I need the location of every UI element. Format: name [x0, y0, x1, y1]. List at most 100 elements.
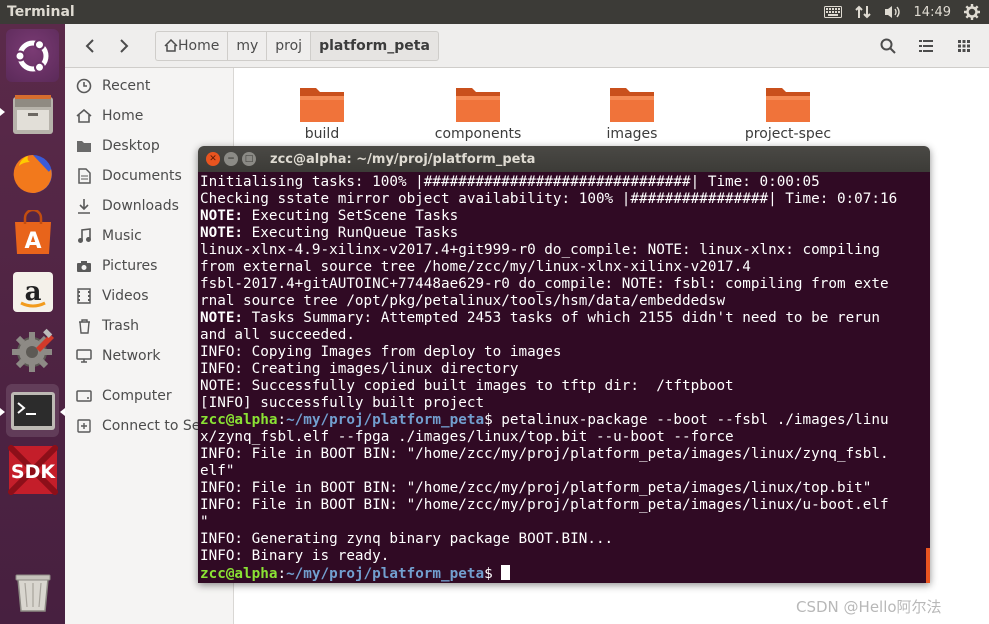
- music-icon: [75, 227, 93, 245]
- volume-icon[interactable]: [884, 4, 902, 20]
- trash-icon[interactable]: [6, 564, 59, 617]
- log-level: NOTE:: [200, 225, 244, 241]
- amazon-icon[interactable]: a: [6, 265, 59, 318]
- sidebar-item-music[interactable]: Music: [75, 224, 142, 248]
- line-text: $ petalinux-package --boot --fsbl ./imag…: [484, 412, 889, 428]
- folder-project-spec[interactable]: project-spec: [728, 82, 848, 142]
- sdk-icon[interactable]: SDK: [6, 443, 59, 496]
- terminal-line: NOTE: Executing SetScene Tasks: [200, 208, 930, 225]
- line-text: INFO: Binary is ready.: [200, 548, 390, 564]
- keyboard-icon[interactable]: [823, 4, 842, 20]
- prompt-path: ~/my/proj/platform_peta: [286, 412, 485, 428]
- search-button[interactable]: [873, 31, 903, 61]
- forward-button[interactable]: [109, 31, 139, 61]
- terminal-line: rnal source tree /opt/pkg/petalinux/tool…: [200, 293, 930, 310]
- terminal-line: INFO: File in BOOT BIN: "/home/zcc/my/pr…: [200, 497, 930, 514]
- line-text: INFO: File in BOOT BIN: "/home/zcc/my/pr…: [200, 497, 889, 513]
- sidebar-item-desktop[interactable]: Desktop: [75, 134, 160, 158]
- folder-label: build: [304, 126, 340, 142]
- folder-images[interactable]: images: [572, 82, 692, 142]
- ubuntu-dash-icon[interactable]: [6, 29, 59, 82]
- sidebar-item-label: Network: [102, 348, 161, 364]
- folder-build[interactable]: build: [262, 82, 382, 142]
- terminal-line: INFO: Copying Images from deploy to imag…: [200, 344, 930, 361]
- search-icon: [880, 38, 896, 54]
- top-panel: Terminal 14:49: [0, 0, 989, 24]
- sidebar-item-downloads[interactable]: Downloads: [75, 194, 179, 218]
- close-button[interactable]: ✕: [206, 152, 220, 166]
- line-text: Executing RunQueue Tasks: [243, 225, 459, 241]
- files-icon[interactable]: [6, 88, 59, 141]
- terminal-scrollbar[interactable]: [926, 548, 930, 583]
- network-icon: [75, 347, 93, 365]
- sidebar-item-documents[interactable]: Documents: [75, 164, 182, 188]
- line-text: fsbl-2017.4+gitAUTOINC+77448ae629-r0 do_…: [200, 276, 889, 292]
- folder-components[interactable]: components: [418, 82, 538, 142]
- sidebar-item-label: Trash: [102, 318, 139, 334]
- list-view-button[interactable]: [911, 31, 941, 61]
- download-icon: [75, 197, 93, 215]
- svg-text:SDK: SDK: [10, 461, 55, 483]
- breadcrumb-home[interactable]: Home: [155, 30, 228, 61]
- gear-icon[interactable]: [963, 4, 981, 20]
- terminal-line: elf": [200, 463, 930, 480]
- sidebar-item-home[interactable]: Home: [75, 104, 143, 128]
- software-center-icon[interactable]: A: [6, 206, 59, 259]
- sidebar-item-label: Computer: [102, 388, 172, 404]
- terminal-line: x/zynq_fsbl.elf --fpga ./images/linux/to…: [200, 429, 930, 446]
- sidebar-item-label: Documents: [102, 168, 182, 184]
- line-text: ": [200, 514, 209, 530]
- active-window-title: Terminal: [7, 4, 75, 20]
- network-updown-icon[interactable]: [854, 4, 872, 20]
- grid-view-button[interactable]: [949, 31, 979, 61]
- terminal-line: from external source tree /home/zcc/my/l…: [200, 259, 930, 276]
- line-text: Checking sstate mirror object availabili…: [200, 191, 898, 207]
- terminal-line: INFO: Generating zynq binary package BOO…: [200, 531, 930, 548]
- line-text: INFO: Creating images/linux directory: [200, 361, 519, 377]
- line-text: Initialising tasks: 100% |##############…: [200, 174, 820, 190]
- terminal-titlebar[interactable]: ✕ − □ zcc@alpha: ~/my/proj/platform_peta: [198, 146, 930, 172]
- folder-label: components: [434, 126, 522, 142]
- firefox-icon[interactable]: [6, 147, 59, 200]
- terminal-line: zcc@alpha:~/my/proj/platform_peta$: [200, 565, 930, 582]
- terminal-window[interactable]: ✕ − □ zcc@alpha: ~/my/proj/platform_peta…: [198, 146, 930, 583]
- sidebar-item-label: Downloads: [102, 198, 179, 214]
- terminal-output[interactable]: Initialising tasks: 100% |##############…: [198, 172, 930, 583]
- line-text: $: [484, 566, 502, 582]
- sidebar-item-label: Music: [102, 228, 142, 244]
- breadcrumb-my[interactable]: my: [227, 30, 267, 61]
- plus-icon: [75, 417, 93, 435]
- sidebar-item-pictures[interactable]: Pictures: [75, 254, 157, 278]
- breadcrumb-platform-peta[interactable]: platform_peta: [310, 30, 439, 61]
- sidebar-item-computer[interactable]: Computer: [75, 384, 172, 408]
- sidebar-item-videos[interactable]: Videos: [75, 284, 149, 308]
- prompt-separator: :: [277, 412, 287, 428]
- terminal-icon[interactable]: [6, 384, 59, 437]
- folder-icon: [75, 137, 93, 155]
- line-text: x/zynq_fsbl.elf --fpga ./images/linux/to…: [200, 429, 734, 445]
- list-icon: [919, 40, 933, 52]
- sidebar-item-recent[interactable]: Recent: [75, 74, 150, 98]
- prompt-path: ~/my/proj/platform_peta: [286, 566, 485, 582]
- maximize-button[interactable]: □: [242, 152, 256, 166]
- folder-label: images: [606, 126, 658, 142]
- sidebar-item-trash[interactable]: Trash: [75, 314, 139, 338]
- line-text: INFO: File in BOOT BIN: "/home/zcc/my/pr…: [200, 480, 872, 496]
- terminal-line: fsbl-2017.4+gitAUTOINC+77448ae629-r0 do_…: [200, 276, 930, 293]
- folder-icon: [300, 88, 344, 122]
- sidebar-item-network[interactable]: Network: [75, 344, 160, 368]
- launcher: A a SDK: [0, 24, 65, 624]
- folder-icon: [766, 88, 810, 122]
- system-settings-icon[interactable]: [6, 324, 59, 377]
- prompt-user: zcc@alpha: [200, 412, 278, 428]
- prompt-separator: :: [277, 566, 287, 582]
- clock-time[interactable]: 14:49: [914, 5, 951, 20]
- folder-label: project-spec: [744, 126, 832, 142]
- back-button[interactable]: [75, 31, 105, 61]
- minimize-button[interactable]: −: [224, 152, 238, 166]
- breadcrumb-proj[interactable]: proj: [266, 30, 311, 61]
- terminal-line: INFO: Creating images/linux directory: [200, 361, 930, 378]
- line-text: INFO: Generating zynq binary package BOO…: [200, 531, 614, 547]
- terminal-title: zcc@alpha: ~/my/proj/platform_peta: [270, 151, 536, 167]
- terminal-line: INFO: File in BOOT BIN: "/home/zcc/my/pr…: [200, 480, 930, 497]
